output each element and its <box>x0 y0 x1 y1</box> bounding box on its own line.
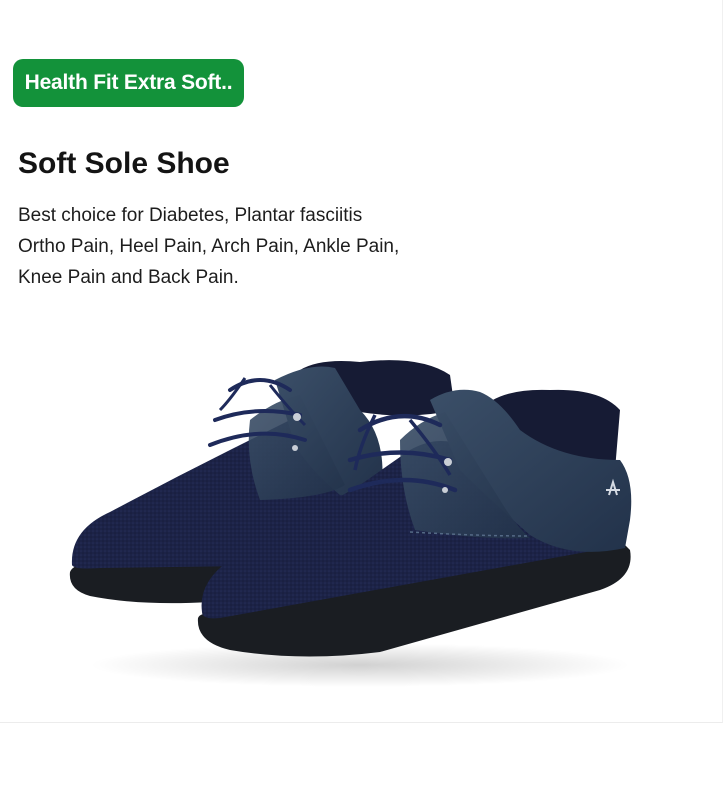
feature-badge: Health Fit Extra Soft.. <box>13 59 244 107</box>
product-description: Best choice for Diabetes, Plantar fascii… <box>18 200 399 293</box>
shoes-image <box>69 360 632 687</box>
product-banner: Health Fit Extra Soft.. Soft Sole Shoe B… <box>0 0 723 723</box>
description-line: Ortho Pain, Heel Pain, Arch Pain, Ankle … <box>18 236 400 257</box>
description-line: Best choice for Diabetes, Plantar fascii… <box>18 205 363 226</box>
description-line: Knee Pain and Back Pain. <box>18 267 239 288</box>
product-title: Soft Sole Shoe <box>18 147 230 180</box>
